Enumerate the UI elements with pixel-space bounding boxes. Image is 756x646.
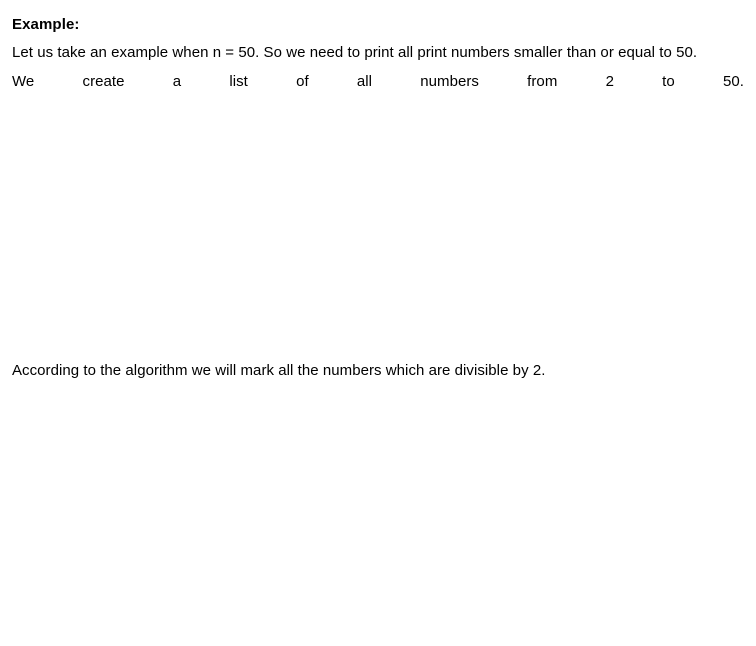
justified-line: We create a list of all numbers from 2 t… [12, 73, 744, 90]
intro-paragraph: Let us take an example when n = 50. So w… [12, 44, 698, 61]
page-title: Example: [12, 16, 80, 33]
mid-paragraph: According to the algorithm we will mark … [12, 362, 546, 379]
document-page: Example: Let us take an example when n =… [0, 0, 756, 646]
mid-text-block: According to the algorithm we will mark … [12, 360, 545, 382]
intro-text-block: Example: Let us take an example when n =… [12, 6, 744, 96]
